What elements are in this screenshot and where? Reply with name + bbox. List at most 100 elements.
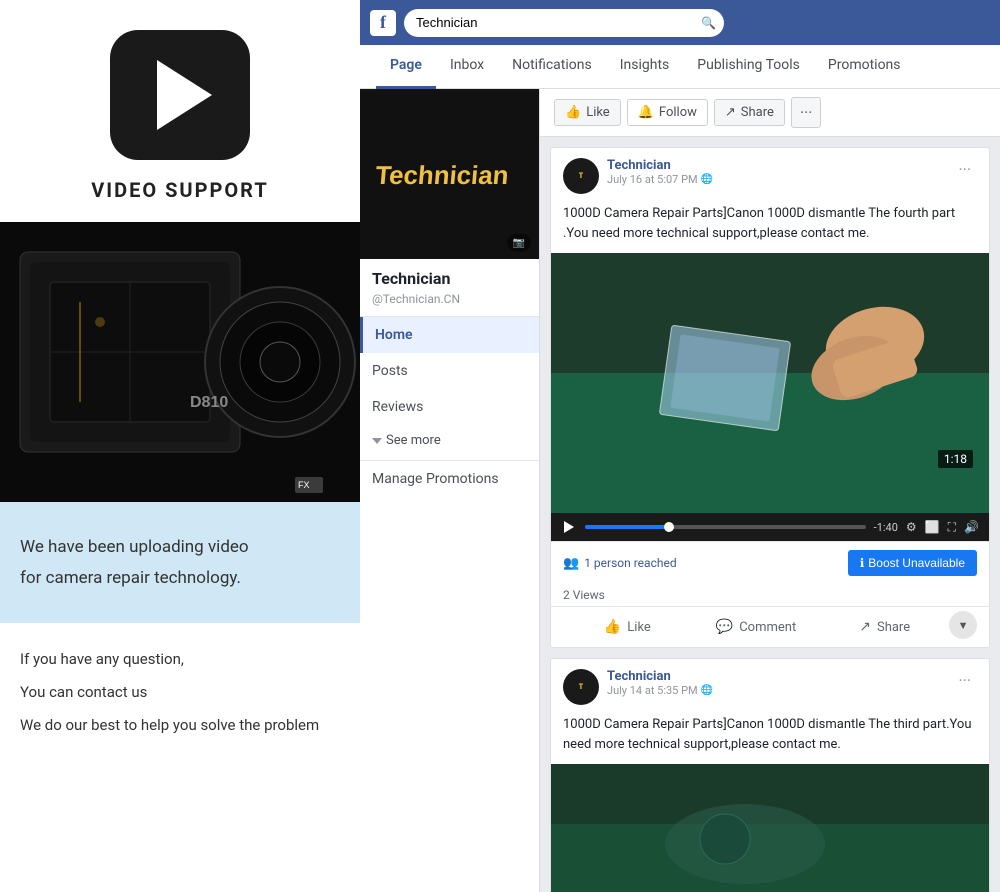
nav-page[interactable]: Page xyxy=(376,45,436,89)
globe-icon-1: 🌐 xyxy=(701,174,713,185)
more-options-button[interactable]: ··· xyxy=(791,97,822,128)
more-reactions-button[interactable]: ▼ xyxy=(949,611,977,639)
fb-search-input[interactable] xyxy=(404,9,724,37)
sidebar-menu: Home Posts Reviews See more xyxy=(360,316,539,456)
post-card-2: T Technician July 14 at 5:35 PM 🌐 ··· 10… xyxy=(550,658,990,892)
reach-link-1[interactable]: 1 person reached xyxy=(584,556,676,570)
fb-feed: T Technician July 16 at 5:07 PM 🌐 ··· 10… xyxy=(540,137,1000,892)
post-text-1: 1000D Camera Repair Parts]Canon 1000D di… xyxy=(551,204,989,253)
share-action-icon-1: ↗ xyxy=(859,619,871,635)
settings-icon[interactable]: ⚙ xyxy=(906,520,917,534)
play-button-1[interactable] xyxy=(561,519,577,535)
manage-promotions[interactable]: Manage Promotions xyxy=(360,460,539,497)
post-time-text-1: July 16 at 5:07 PM xyxy=(607,173,698,186)
video-icon-wrapper xyxy=(110,30,250,160)
text-section-white: If you have any question, You can contac… xyxy=(0,623,360,892)
post-meta-2: Technician July 14 at 5:35 PM 🌐 xyxy=(607,669,952,697)
fb-nav: Page Inbox Notifications Insights Publis… xyxy=(360,45,1000,89)
like-action-icon-1: 👍 xyxy=(604,619,621,635)
post-stats-1: 👥 1 person reached ℹ Boost Unavailable xyxy=(551,541,989,584)
post-avatar-1: T xyxy=(563,158,599,194)
time-remaining-1: -1:40 xyxy=(874,521,898,534)
boost-button-1[interactable]: ℹ Boost Unavailable xyxy=(848,550,977,576)
blue-text-line2: for camera repair technology. xyxy=(20,563,340,594)
play-icon xyxy=(157,60,212,130)
boost-label-1: Boost Unavailable xyxy=(868,556,965,570)
fb-content: Technician 📷 Technician @Technician.CN H… xyxy=(360,89,1000,892)
post-text-2: 1000D Camera Repair Parts]Canon 1000D di… xyxy=(551,715,989,764)
fb-search-wrapper[interactable]: 🔍 xyxy=(404,9,724,37)
menu-home[interactable]: Home xyxy=(360,317,539,353)
menu-reviews[interactable]: Reviews xyxy=(360,389,539,425)
post-time-text-2: July 14 at 5:35 PM xyxy=(607,684,698,697)
post-actions-1: 👍 Like 💬 Comment ↗ Share ▼ xyxy=(551,607,989,647)
svg-text:Technician: Technician xyxy=(374,162,510,190)
theater-mode-icon[interactable]: ⬜ xyxy=(925,520,940,534)
like-button[interactable]: 👍 Like xyxy=(554,99,621,126)
info-icon: ℹ xyxy=(860,556,865,570)
share-button[interactable]: ↗ Share xyxy=(714,99,785,126)
volume-icon[interactable]: 🔊 xyxy=(964,520,979,534)
post-share-button-1[interactable]: ↗ Share xyxy=(820,611,949,643)
nav-inbox[interactable]: Inbox xyxy=(436,45,498,89)
facebook-panel: f 🔍 Page Inbox Notifications Insights Pu… xyxy=(360,0,1000,892)
svg-text:FX: FX xyxy=(298,480,310,490)
nav-promotions[interactable]: Promotions xyxy=(814,45,915,89)
comment-action-label-1: Comment xyxy=(739,620,796,635)
post-author-1[interactable]: Technician xyxy=(607,158,952,173)
nav-notifications[interactable]: Notifications xyxy=(498,45,606,89)
menu-posts[interactable]: Posts xyxy=(360,353,539,389)
page-name: Technician xyxy=(360,259,539,292)
text-section-blue: We have been uploading video for camera … xyxy=(0,502,360,623)
post-like-button-1[interactable]: 👍 Like xyxy=(563,611,692,643)
post-card-1: T Technician July 16 at 5:07 PM 🌐 ··· 10… xyxy=(550,147,990,648)
views-count-1: 2 Views xyxy=(551,584,989,607)
video-thumbnail-2[interactable] xyxy=(551,764,989,892)
page-handle: @Technician.CN xyxy=(360,292,539,316)
progress-dot-1 xyxy=(664,522,674,532)
camera-bg: D810 FX xyxy=(0,222,360,502)
post-options-1[interactable]: ··· xyxy=(952,158,977,181)
svg-text:D810: D810 xyxy=(190,394,228,411)
reach-count: 1 person reached xyxy=(584,556,676,570)
thumbs-up-icon: 👍 xyxy=(565,105,581,120)
svg-text:📷: 📷 xyxy=(513,238,525,249)
video-progress-bar-1[interactable] xyxy=(585,525,866,529)
white-text-line1: If you have any question, xyxy=(20,643,340,676)
share-action-label-1: Share xyxy=(877,620,910,635)
like-label: Like xyxy=(586,105,610,120)
follow-label: Follow xyxy=(659,105,697,120)
white-text-line2: You can contact us xyxy=(20,676,340,709)
post-avatar-2: T xyxy=(563,669,599,705)
avatar-text-1: T xyxy=(579,173,583,180)
follow-button[interactable]: 🔔 Follow xyxy=(627,99,708,126)
fullscreen-icon[interactable]: ⛶ xyxy=(948,520,956,535)
post-author-2[interactable]: Technician xyxy=(607,669,952,684)
post-options-2[interactable]: ··· xyxy=(952,669,977,692)
fb-topbar: f 🔍 xyxy=(360,0,1000,45)
post-comment-button-1[interactable]: 💬 Comment xyxy=(692,611,821,643)
post-video-1: 1:18 -1:40 ⚙ xyxy=(551,253,989,541)
nav-publishing-tools[interactable]: Publishing Tools xyxy=(683,45,814,89)
white-text-line3: We do our best to help you solve the pro… xyxy=(20,709,340,742)
post-meta-1: Technician July 16 at 5:07 PM 🌐 xyxy=(607,158,952,186)
progress-fill-1 xyxy=(585,525,669,529)
fb-logo-letter: f xyxy=(380,12,386,33)
video-support-title: VIDEO SUPPORT xyxy=(91,178,269,202)
fb-logo: f xyxy=(370,10,396,36)
globe-icon-2: 🌐 xyxy=(701,685,713,696)
people-icon: 👥 xyxy=(563,556,579,571)
video-thumbnail-1[interactable]: 1:18 xyxy=(551,253,989,513)
reach-info-1: 👥 1 person reached xyxy=(563,556,677,571)
see-more-label: See more xyxy=(386,433,441,448)
share-icon: ↗ xyxy=(725,105,736,120)
share-label: Share xyxy=(741,105,774,120)
see-more-button[interactable]: See more xyxy=(360,425,539,456)
nav-insights[interactable]: Insights xyxy=(606,45,684,89)
comment-action-icon-1: 💬 xyxy=(716,619,733,635)
more-reactions-icon: ▼ xyxy=(958,619,969,632)
post-header-1: T Technician July 16 at 5:07 PM 🌐 ··· xyxy=(551,148,989,204)
video-ctrl-icons-1: ⚙ ⬜ ⛶ 🔊 xyxy=(906,520,979,535)
video-support-box: VIDEO SUPPORT xyxy=(0,0,360,222)
blue-text-line1: We have been uploading video xyxy=(20,532,340,563)
